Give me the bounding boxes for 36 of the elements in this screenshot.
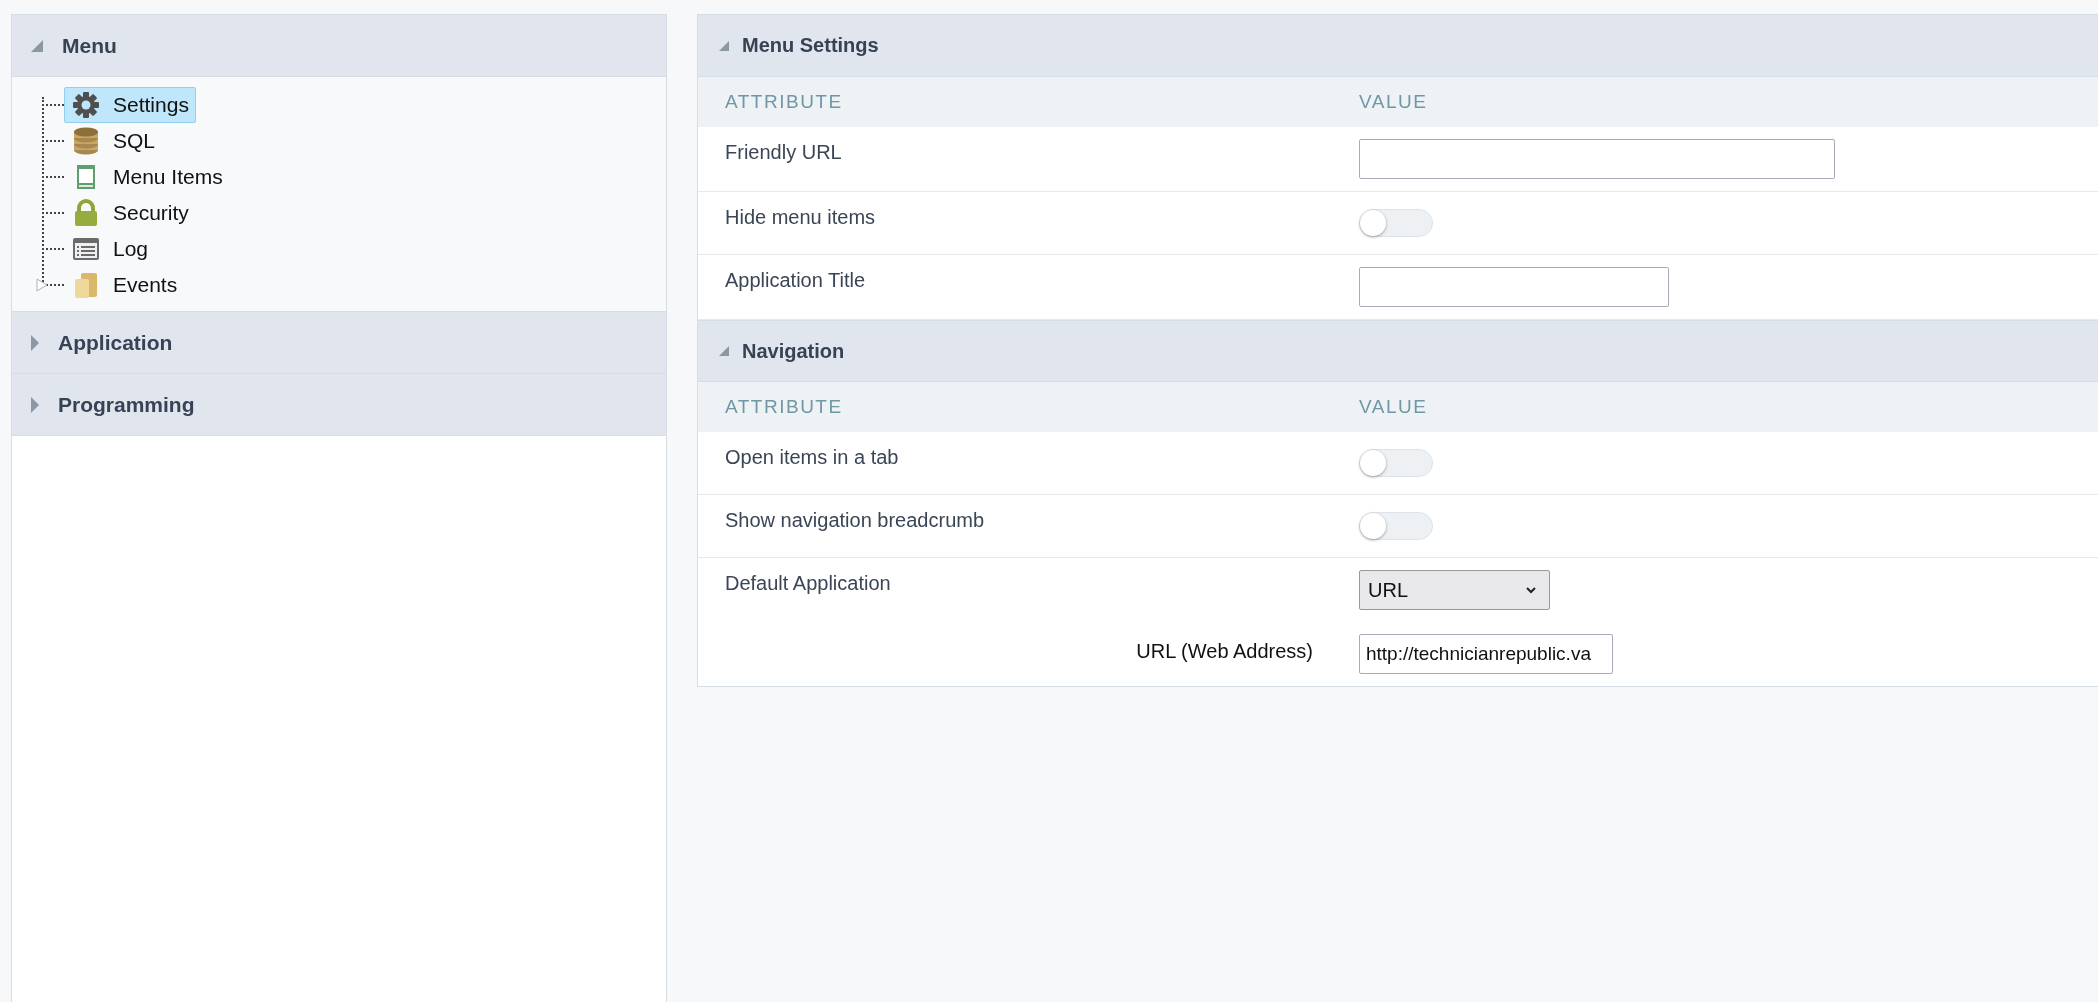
toggle-switch[interactable]: [1359, 449, 1433, 477]
tree-item[interactable]: Security: [64, 195, 196, 231]
tree-item[interactable]: Events: [64, 267, 185, 303]
gear-icon: [71, 90, 101, 120]
expanded-triangle-icon: [30, 38, 44, 53]
accordion-header[interactable]: Application: [12, 312, 666, 374]
text-field[interactable]: [1359, 139, 1835, 179]
attribute-label: Hide menu items: [725, 206, 876, 228]
toggle-switch[interactable]: [1359, 209, 1433, 237]
attribute-label: URL (Web Address): [1136, 640, 1313, 662]
accordion-header[interactable]: Menu: [12, 15, 666, 77]
text-field[interactable]: http://technicianrepublic.va: [1359, 634, 1613, 674]
database-icon: [71, 126, 101, 156]
attribute-label: Application Title: [725, 269, 866, 291]
column-header: VALUE: [1359, 91, 1429, 113]
section-header[interactable]: Menu Settings: [698, 15, 2098, 77]
attribute-label: Show navigation breadcrumb: [725, 509, 985, 531]
attribute-label: Friendly URL: [725, 141, 842, 163]
toggle-switch[interactable]: [1359, 512, 1433, 540]
collapsed-triangle-icon: [30, 333, 40, 352]
accordion-header[interactable]: Programming: [12, 374, 666, 436]
tree-item[interactable]: SQL: [64, 123, 163, 159]
expanded-triangle-icon: [718, 39, 730, 52]
tree-item[interactable]: Log: [64, 231, 156, 267]
section-header[interactable]: Navigation: [698, 320, 2098, 382]
chevron-down-icon: [1525, 586, 1537, 594]
attribute-label: Default Application: [725, 572, 891, 594]
collapsed-triangle-icon: [30, 395, 40, 414]
attribute-label: Open items in a tab: [725, 446, 899, 468]
text-field[interactable]: [1359, 267, 1669, 307]
tree-item[interactable]: Settings: [64, 87, 196, 123]
column-header: VALUE: [1359, 396, 1429, 418]
expanded-triangle-icon: [718, 345, 730, 357]
tree-item[interactable]: Menu Items: [64, 159, 230, 195]
expand-triangle-icon[interactable]: [36, 278, 48, 292]
dropdown-select[interactable]: URL: [1359, 570, 1550, 610]
